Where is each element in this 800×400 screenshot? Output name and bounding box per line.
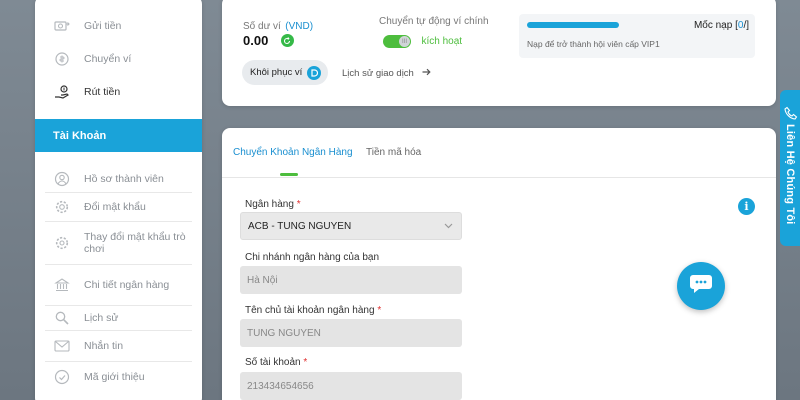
profile-icon (53, 170, 71, 188)
transfer-wallet-icon (53, 50, 71, 68)
tab-bar: Chuyển Khoản Ngân Hàng Tiền mã hóa (222, 128, 776, 178)
auto-transfer-toggle[interactable]: III (383, 35, 411, 49)
sidebar-section-account: Tài Khoản (35, 119, 202, 152)
sidebar-item-label: Mã giới thiệu (84, 371, 145, 383)
deposit-milestone-close: /] (743, 20, 749, 31)
bank-icon (53, 276, 71, 294)
branch-label: Chi nhánh ngân hàng của bạn (245, 252, 380, 263)
sidebar: Gửi tiền Chuyển ví Rút tiền Tài Khoản Hồ… (35, 0, 202, 400)
deposit-icon (53, 17, 71, 35)
contact-us-tab[interactable]: Liên Hệ Chúng Tôi (780, 90, 800, 246)
gear-icon (53, 198, 71, 216)
account-number-label-text: Số tài khoản (245, 357, 301, 368)
vip-progress-bar (527, 22, 619, 28)
phone-icon (784, 106, 798, 125)
referral-icon (53, 368, 71, 386)
bank-select-value: ACB - TUNG NGUYEN (248, 220, 352, 232)
sidebar-item-label: Rút tiền (84, 86, 121, 98)
account-number-label: Số tài khoản * (245, 357, 307, 368)
holder-field-value: TUNG NGUYEN (247, 327, 321, 339)
wallet-card: Số dư ví (VND) 0.00 Chuyển tự động ví ch… (222, 0, 776, 106)
arrow-right-icon (422, 68, 432, 79)
bank-label: Ngân hàng * (245, 199, 301, 210)
branch-field[interactable]: Hà Nội (240, 266, 462, 294)
chevron-down-icon (444, 221, 453, 232)
sidebar-item-label: Chi tiết ngân hàng (84, 279, 170, 291)
sidebar-item-messages[interactable]: Nhắn tin (35, 331, 202, 361)
contact-us-label: Liên Hệ Chúng Tôi (784, 124, 796, 225)
search-icon (53, 309, 71, 327)
sidebar-item-label: Đổi mật khẩu (84, 201, 146, 213)
account-number-value: 213434654656 (247, 380, 314, 392)
balance-row: 0.00 (243, 32, 294, 50)
sidebar-item-label: Gửi tiền (84, 20, 122, 32)
holder-label-text: Tên chủ tài khoản ngân hàng (245, 305, 375, 316)
withdraw-icon (53, 83, 71, 101)
game-password-icon (53, 234, 71, 252)
required-mark: * (377, 305, 382, 316)
wallet-restore-icon (307, 65, 322, 80)
sidebar-item-deposit[interactable]: Gửi tiền (35, 13, 202, 39)
live-chat-button[interactable] (677, 262, 725, 310)
balance-label-text: Số dư ví (243, 21, 281, 32)
tab-bank-transfer[interactable]: Chuyển Khoản Ngân Hàng (233, 147, 353, 158)
account-number-field[interactable]: 213434654656 (240, 372, 462, 400)
holder-label: Tên chủ tài khoản ngân hàng * (245, 305, 381, 316)
deposit-milestone: Mốc nạp [0/] (694, 20, 749, 31)
sidebar-item-label: Thay đổi mật khẩu trò chơi (84, 231, 186, 255)
vip-note: Nạp để trở thành hội viên cấp VIP1 (527, 39, 660, 49)
sidebar-item-withdraw[interactable]: Rút tiền (35, 79, 202, 105)
info-icon[interactable]: i (738, 198, 755, 215)
holder-field[interactable]: TUNG NGUYEN (240, 319, 462, 347)
currency-label: (VND) (285, 21, 314, 32)
transaction-history-label: Lịch sử giao dịch (342, 68, 414, 79)
sidebar-item-label: Chuyển ví (84, 53, 132, 65)
mail-icon (53, 337, 71, 355)
sidebar-item-referral[interactable]: Mã giới thiệu (35, 362, 202, 392)
refresh-icon[interactable] (280, 34, 294, 48)
chat-bubble-icon (689, 273, 713, 300)
sidebar-item-label: Nhắn tin (84, 340, 124, 352)
sidebar-item-change-password[interactable]: Đổi mật khẩu (35, 193, 202, 221)
sidebar-item-history[interactable]: Lịch sử (35, 306, 202, 330)
restore-wallet-button[interactable]: Khôi phục ví (242, 60, 328, 85)
sidebar-item-transfer-wallet[interactable]: Chuyển ví (35, 39, 202, 79)
sidebar-item-game-password[interactable]: Thay đổi mật khẩu trò chơi (35, 222, 202, 264)
toggle-knob: III (399, 36, 410, 48)
auto-transfer-label: Chuyển tự động ví chính (379, 16, 489, 27)
sidebar-item-bank-details[interactable]: Chi tiết ngân hàng (35, 265, 202, 305)
transaction-history-link[interactable]: Lịch sử giao dịch (342, 68, 432, 79)
bank-label-text: Ngân hàng (245, 199, 294, 210)
vip-progress-box: Mốc nạp [0/] Nạp để trở thành hội viên c… (519, 14, 755, 58)
branch-field-value: Hà Nội (247, 274, 278, 286)
balance-value: 0.00 (243, 33, 269, 48)
bank-select[interactable]: ACB - TUNG NGUYEN (240, 212, 462, 240)
required-mark: * (303, 357, 308, 368)
active-tab-indicator (280, 173, 298, 176)
tab-crypto[interactable]: Tiền mã hóa (366, 147, 421, 158)
required-mark: * (296, 199, 301, 210)
toggle-state-label: kích hoạt (421, 36, 463, 48)
sidebar-item-label: Hồ sơ thành viên (84, 173, 164, 185)
sidebar-item-profile[interactable]: Hồ sơ thành viên (35, 166, 202, 192)
auto-transfer-row: III kích hoạt (383, 33, 462, 51)
sidebar-item-label: Lịch sử (84, 312, 119, 324)
deposit-milestone-label: Mốc nạp (693, 20, 733, 31)
restore-wallet-label: Khôi phục ví (250, 67, 303, 78)
